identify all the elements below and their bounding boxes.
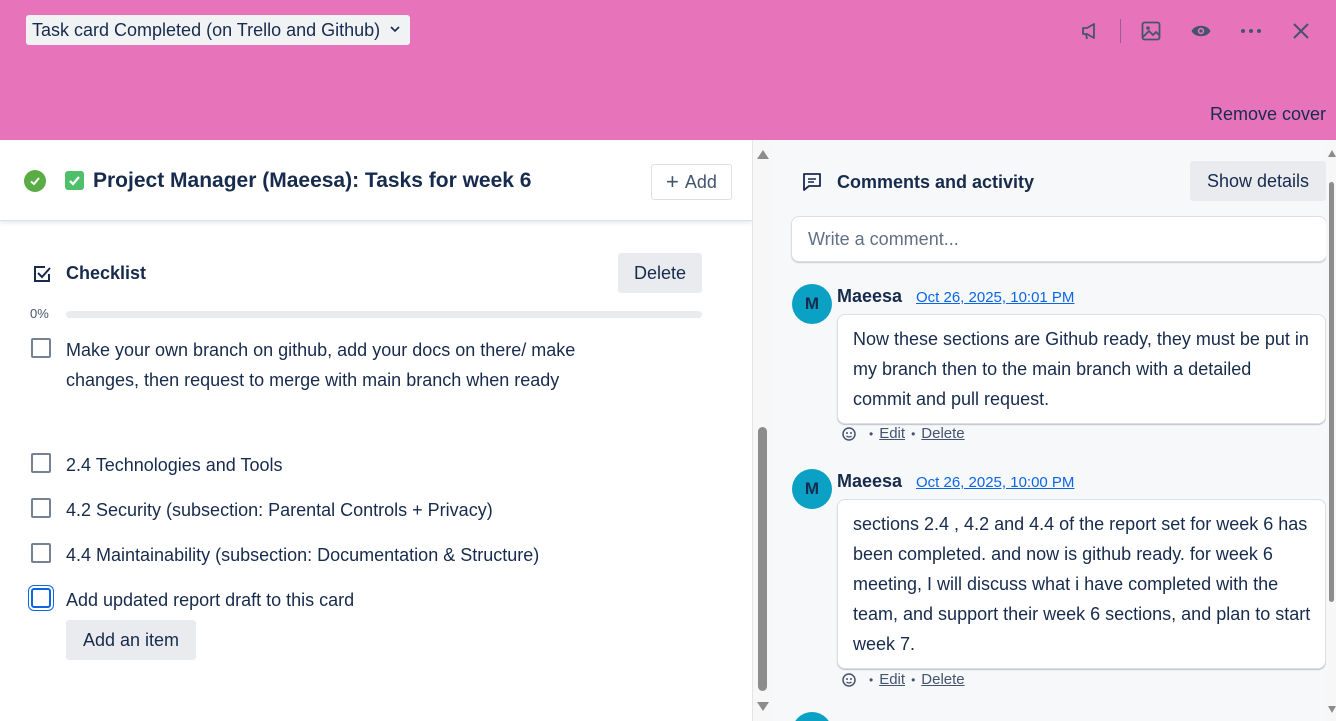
add-reaction-icon[interactable] <box>841 672 857 688</box>
add-button-label: Add <box>684 171 717 192</box>
close-icon[interactable] <box>1284 14 1318 48</box>
comment-item: M Maeesa Oct 26, 2025, 10:01 PM Now thes… <box>791 282 1327 452</box>
activity-panel: Comments and activity Show details M Mae… <box>772 140 1336 721</box>
checklist-checkbox[interactable] <box>31 498 51 518</box>
avatar[interactable]: M <box>792 284 832 324</box>
show-details-button[interactable]: Show details <box>1190 161 1326 201</box>
checklist-item-text[interactable]: 4.2 Security (subsection: Parental Contr… <box>66 495 586 525</box>
scroll-down-arrow-icon[interactable] <box>1328 706 1336 713</box>
comment-timestamp-link[interactable]: Oct 26, 2025, 10:00 PM <box>916 474 1074 491</box>
checklist-item-text[interactable]: 4.4 Maintainability (subsection: Documen… <box>66 540 586 570</box>
checklist-item[interactable]: 4.4 Maintainability (subsection: Documen… <box>0 538 752 583</box>
remove-cover-button[interactable]: Remove cover <box>1210 104 1326 125</box>
comment-author: Maeesa <box>837 471 903 491</box>
activity-scrollbar[interactable] <box>1326 140 1336 721</box>
eye-icon[interactable] <box>1184 14 1218 48</box>
comment-actions: • Edit • Delete <box>841 425 965 442</box>
chevron-down-icon <box>390 26 400 33</box>
cover-actions <box>1057 14 1318 48</box>
list-selector-label: Task card Completed (on Trello and Githu… <box>32 19 381 40</box>
checklist-title[interactable]: Checklist <box>66 263 146 284</box>
plus-icon: + <box>666 169 679 194</box>
avatar[interactable] <box>792 712 832 721</box>
comment-timestamp-link[interactable]: Oct 26, 2025, 10:01 PM <box>916 289 1074 306</box>
comment-text: Now these sections are Github ready, the… <box>837 314 1326 424</box>
comment-icon <box>803 173 821 191</box>
main-panel-scrollbar[interactable] <box>752 140 772 721</box>
scroll-down-arrow-icon[interactable] <box>757 702 769 711</box>
checklist-item[interactable]: Make your own branch on github, add your… <box>0 333 752 448</box>
edit-comment-link[interactable]: Edit <box>879 425 905 442</box>
next-activity-item <box>791 712 1327 721</box>
card-header: Project Manager (Maeesa): Tasks for week… <box>0 140 752 221</box>
megaphone-icon[interactable] <box>1073 14 1107 48</box>
comment-text: sections 2.4 , 4.2 and 4.4 of the report… <box>837 499 1326 669</box>
checklist-item-text[interactable]: Add updated report draft to this card <box>66 585 586 615</box>
divider <box>1120 19 1121 43</box>
activity-title: Comments and activity <box>837 172 1035 192</box>
scroll-up-arrow-icon[interactable] <box>1328 150 1336 157</box>
checklist-item-text[interactable]: 2.4 Technologies and Tools <box>66 450 586 480</box>
check-mark-emoji-icon <box>65 171 84 190</box>
card-title[interactable]: Project Manager (Maeesa): Tasks for week… <box>93 169 531 193</box>
scrollbar-thumb[interactable] <box>1329 182 1334 602</box>
checklist-item[interactable]: 4.2 Security (subsection: Parental Contr… <box>0 493 752 538</box>
checklist-checkbox[interactable] <box>31 338 51 358</box>
checklist-progress-percent: 0% <box>30 306 49 321</box>
checklist-checkbox[interactable] <box>31 588 51 608</box>
comment-input[interactable] <box>791 216 1327 262</box>
separator-dot: • <box>869 672 874 687</box>
separator-dot: • <box>911 672 916 687</box>
add-reaction-icon[interactable] <box>841 426 857 442</box>
checklist-item-text[interactable]: Make your own branch on github, add your… <box>66 335 586 395</box>
checklist-item[interactable]: 2.4 Technologies and Tools <box>0 448 752 493</box>
separator-dot: • <box>911 426 916 441</box>
delete-checklist-button[interactable]: Delete <box>618 253 702 293</box>
list-selector[interactable]: Task card Completed (on Trello and Githu… <box>26 15 411 45</box>
complete-checkmark-icon[interactable] <box>24 170 46 192</box>
delete-comment-link[interactable]: Delete <box>921 425 964 442</box>
scrollbar-thumb[interactable] <box>758 427 767 691</box>
separator-dot: • <box>869 426 874 441</box>
scroll-up-arrow-icon[interactable] <box>757 150 769 159</box>
comment-item: M Maeesa Oct 26, 2025, 10:00 PM sections… <box>791 467 1327 697</box>
card-main-panel: Project Manager (Maeesa): Tasks for week… <box>0 140 752 721</box>
checklist-progress-bar <box>66 311 702 318</box>
delete-comment-link[interactable]: Delete <box>921 671 964 688</box>
image-icon[interactable] <box>1134 14 1168 48</box>
more-icon[interactable] <box>1234 14 1268 48</box>
avatar[interactable]: M <box>792 469 832 509</box>
checklist-checkbox[interactable] <box>31 453 51 473</box>
add-button[interactable]: + Add <box>651 164 732 200</box>
edit-comment-link[interactable]: Edit <box>879 671 905 688</box>
add-checklist-item-button[interactable]: Add an item <box>66 620 196 660</box>
checklist-checkbox[interactable] <box>31 543 51 563</box>
comment-actions: • Edit • Delete <box>841 671 965 688</box>
card-cover: Task card Completed (on Trello and Githu… <box>0 0 1336 140</box>
checklist-icon <box>34 266 51 282</box>
comment-author: Maeesa <box>837 286 903 306</box>
checklist-items: Make your own branch on github, add your… <box>0 333 752 628</box>
